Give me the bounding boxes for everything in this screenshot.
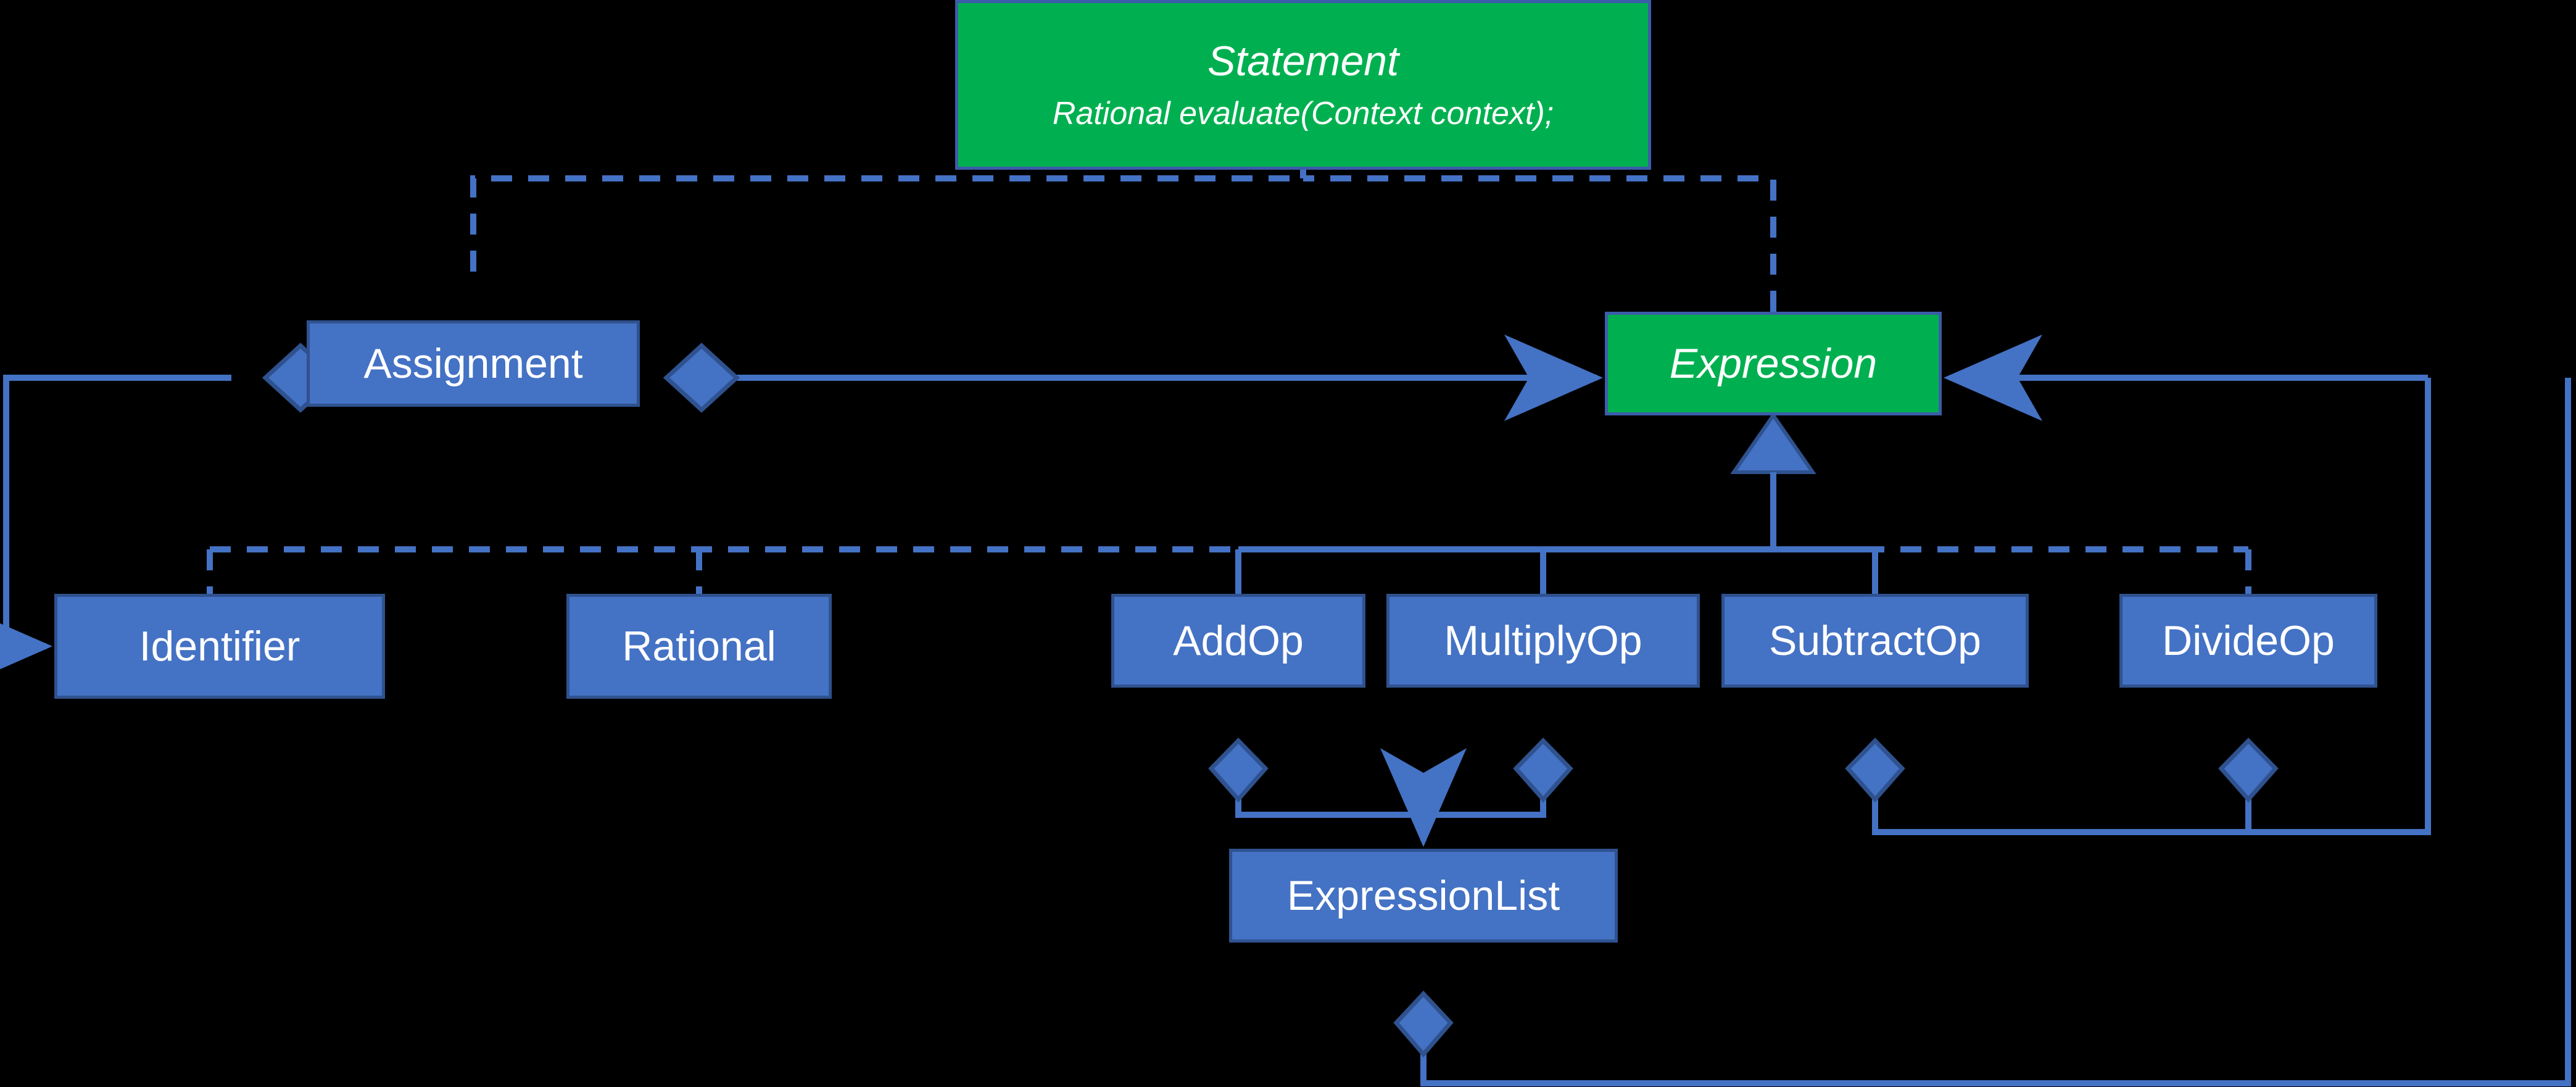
class-box-divideop[interactable]: DivideOp (2119, 594, 2377, 688)
diamond-multiplyop (1513, 737, 1573, 803)
class-name-multiplyop: MultiplyOp (1444, 617, 1642, 664)
class-name-subtractop: SubtractOp (1769, 617, 1981, 664)
class-name-divideop: DivideOp (2162, 617, 2335, 664)
class-name-statement: Statement (1207, 38, 1399, 85)
class-box-statement[interactable]: Statement Rational evaluate(Context cont… (955, 0, 1651, 170)
class-box-expression[interactable]: Expression (1605, 312, 1942, 415)
class-member-statement-0: Rational evaluate(Context context); (1052, 96, 1554, 132)
class-box-identifier[interactable]: Identifier (54, 594, 385, 699)
class-name-expression: Expression (1669, 339, 1878, 387)
class-name-expressionlist: ExpressionList (1286, 872, 1560, 919)
diamond-subtractop (1845, 737, 1905, 803)
class-name-identifier: Identifier (139, 622, 300, 670)
class-name-addop: AddOp (1173, 617, 1304, 664)
class-name-assignment: Assignment (363, 339, 583, 387)
class-box-assignment[interactable]: Assignment (307, 320, 640, 407)
realization-to-statement (470, 175, 1776, 312)
class-box-expressionlist[interactable]: ExpressionList (1229, 849, 1618, 943)
assoc-expressionlist-expression (1420, 378, 2571, 1086)
class-box-multiplyop[interactable]: MultiplyOp (1386, 594, 1700, 688)
class-box-subtractop[interactable]: SubtractOp (1721, 594, 2029, 688)
diamond-assignment-right (663, 343, 740, 413)
diamond-expressionlist (1393, 990, 1454, 1058)
diamond-divideop (2218, 737, 2279, 803)
class-box-rational[interactable]: Rational (566, 594, 832, 699)
assoc-addop-expressionlist (1235, 768, 1423, 818)
class-box-addop[interactable]: AddOp (1111, 594, 1365, 688)
diamond-addop (1208, 737, 1269, 803)
class-name-rational: Rational (622, 622, 776, 670)
uml-class-diagram-canvas: Statement Rational evaluate(Context cont… (0, 0, 2576, 1087)
generalization-triangle-expression (1730, 412, 1816, 474)
